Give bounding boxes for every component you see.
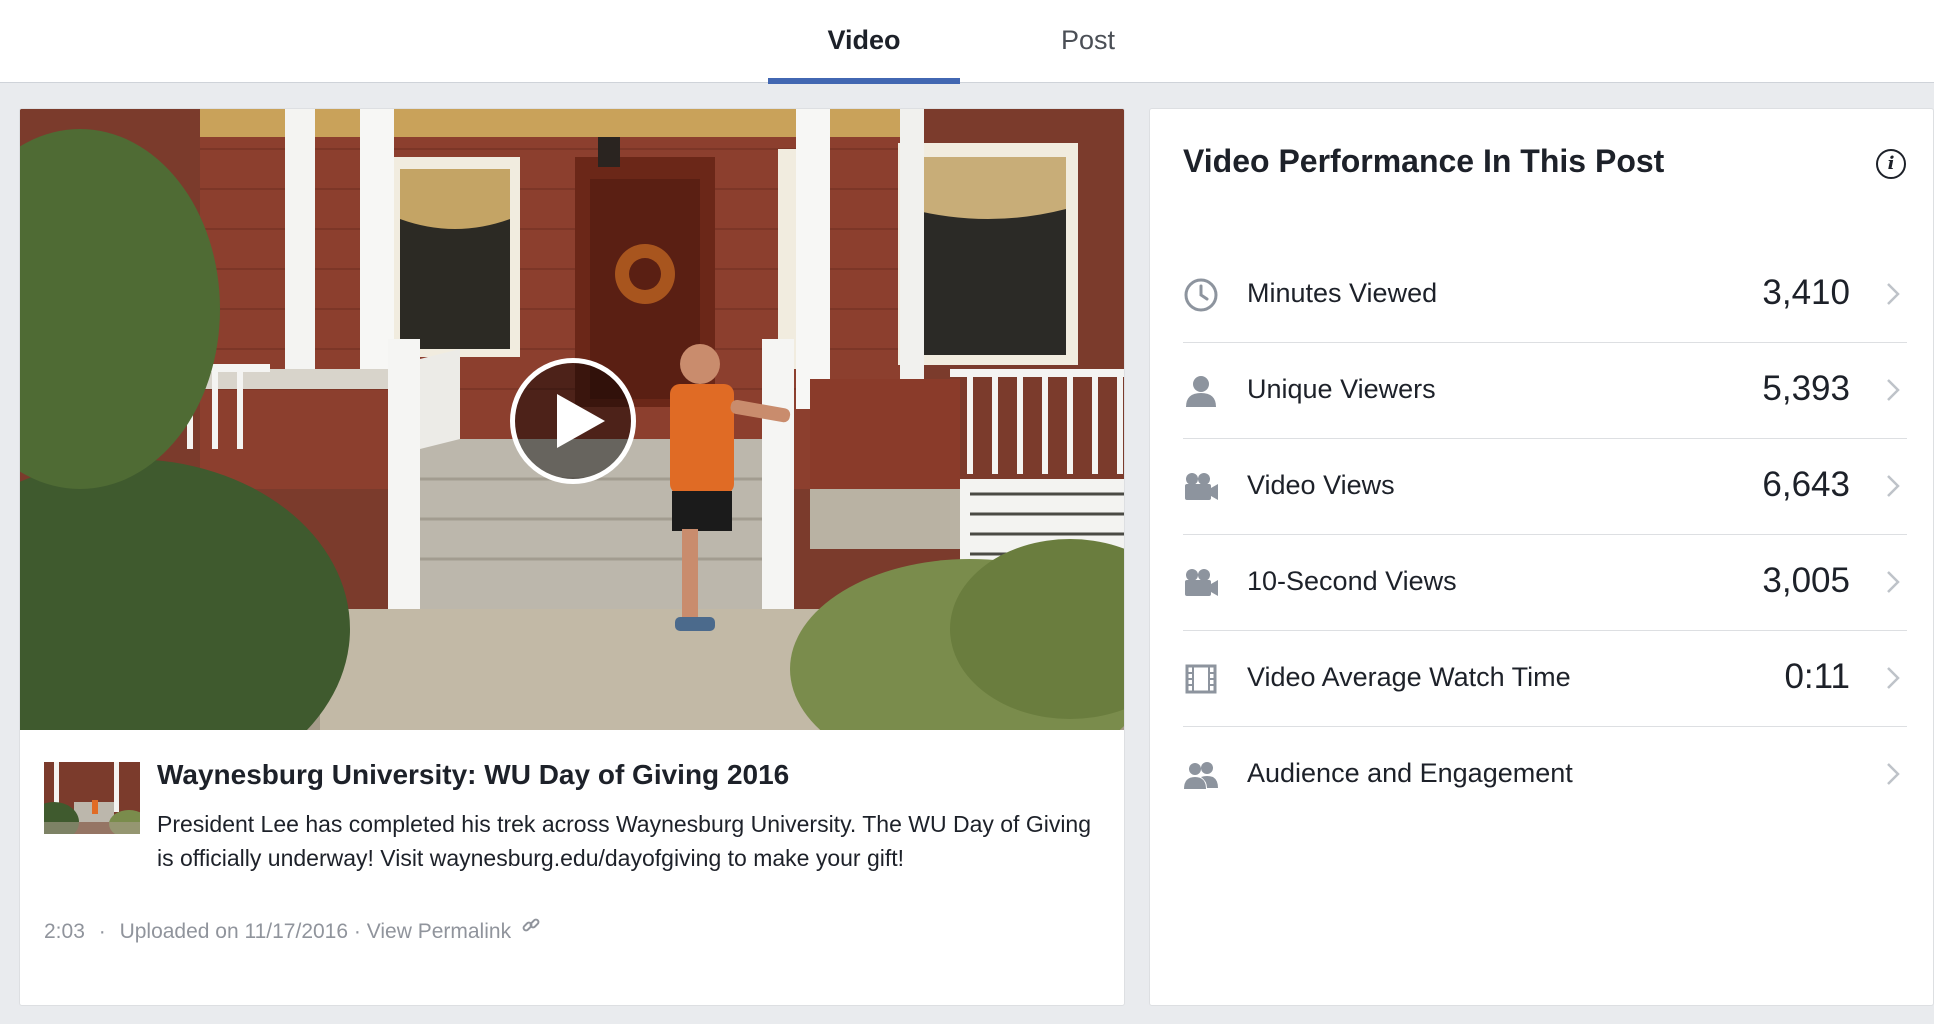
people-icon: [1184, 762, 1218, 789]
separator: ·: [98, 920, 106, 943]
info-icon[interactable]: i: [1876, 149, 1906, 179]
metric-label: Video Average Watch Time: [1247, 662, 1571, 692]
metric-label: Audience and Engagement: [1247, 758, 1573, 788]
tab-video[interactable]: Video: [768, 0, 960, 84]
video-footer: 2:03 · Uploaded on 11/17/2016 · View Per…: [44, 916, 541, 944]
video-camera-icon: [1185, 473, 1218, 500]
film-strip-icon: [1185, 664, 1217, 694]
chevron-right-icon: [1887, 475, 1900, 497]
metric-value: 6,643: [1762, 465, 1850, 504]
video-performance-panel: Video Performance In This Post i Minutes…: [1149, 108, 1934, 1006]
chevron-right-icon: [1887, 571, 1900, 593]
video-duration: 2:03: [44, 920, 85, 943]
video-camera-icon: [1185, 569, 1218, 596]
person-icon: [1186, 376, 1216, 407]
chevron-right-icon: [1887, 763, 1900, 785]
tab-bar: Video Post: [0, 0, 1934, 84]
metric-row-video-views[interactable]: Video Views 6,643: [1183, 439, 1907, 535]
metric-row-10-second-views[interactable]: 10-Second Views 3,005: [1183, 535, 1907, 631]
metric-value: 3,005: [1762, 561, 1850, 600]
metric-value: 0:11: [1784, 657, 1850, 696]
video-title: Waynesburg University: WU Day of Giving …: [157, 759, 790, 790]
video-card: Waynesburg University: WU Day of Giving …: [19, 108, 1125, 1006]
panel-title: Video Performance In This Post: [1183, 143, 1665, 179]
video-details: Waynesburg University: WU Day of Giving …: [20, 730, 1124, 1005]
video-player[interactable]: [20, 109, 1124, 730]
metric-row-minutes-viewed[interactable]: Minutes Viewed 3,410: [1183, 247, 1907, 343]
link-icon[interactable]: [521, 916, 541, 936]
metric-label: Video Views: [1247, 470, 1395, 500]
video-description: President Lee has completed his trek acr…: [157, 811, 1092, 871]
play-icon: [557, 394, 605, 448]
chevron-right-icon: [1887, 667, 1900, 689]
metric-label: Unique Viewers: [1247, 374, 1436, 404]
separator: ·: [353, 920, 361, 943]
chevron-right-icon: [1887, 283, 1900, 305]
metric-value: 3,410: [1762, 273, 1850, 312]
chevron-right-icon: [1887, 379, 1900, 401]
metric-row-unique-viewers[interactable]: Unique Viewers 5,393: [1183, 343, 1907, 439]
metric-row-audience-and-engagement[interactable]: Audience and Engagement: [1183, 727, 1907, 823]
thumbnail-image: [44, 762, 140, 834]
view-permalink-link[interactable]: View Permalink: [367, 920, 511, 943]
metric-label: Minutes Viewed: [1247, 278, 1438, 308]
metric-value: 5,393: [1762, 369, 1850, 408]
metric-label: 10-Second Views: [1247, 566, 1457, 596]
metric-row-video-average-watch-time[interactable]: Video Average Watch Time 0:11: [1183, 631, 1907, 727]
video-thumbnail[interactable]: [44, 762, 140, 834]
clock-icon: [1184, 278, 1218, 312]
play-button[interactable]: [510, 358, 636, 484]
upload-date: Uploaded on 11/17/2016: [119, 920, 349, 943]
tab-post[interactable]: Post: [992, 0, 1184, 83]
